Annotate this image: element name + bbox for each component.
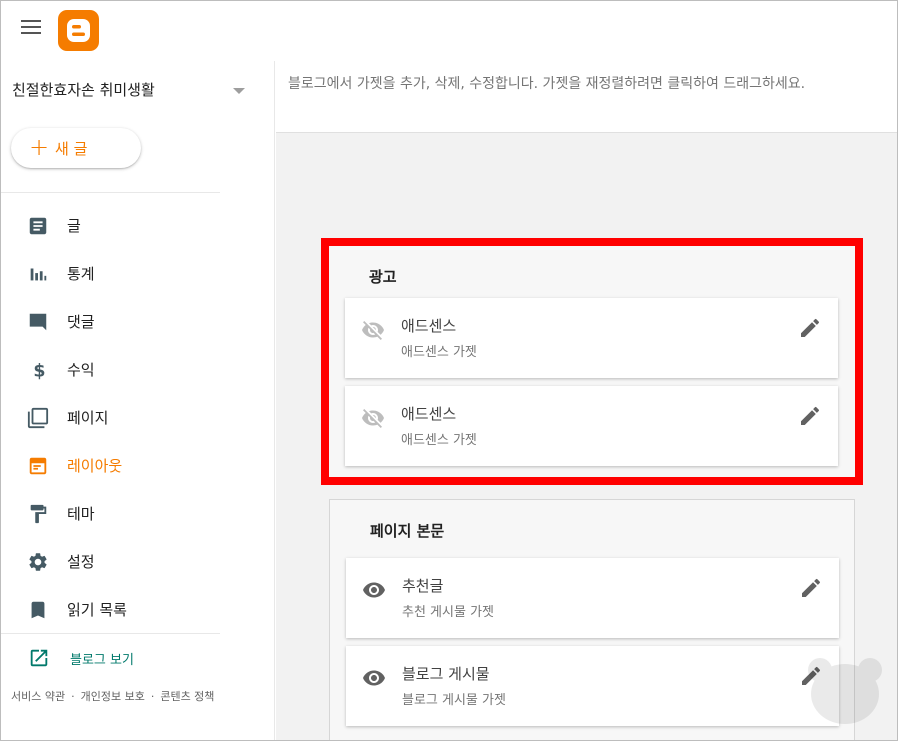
theme-icon bbox=[30, 504, 47, 524]
gadget-card[interactable]: 애드센스 애드센스 가젯 bbox=[345, 298, 838, 378]
sidebar-item-settings[interactable]: 설정 bbox=[1, 541, 261, 581]
section-title: 광고 bbox=[369, 268, 397, 286]
privacy-link[interactable]: 개인정보 보호 bbox=[81, 690, 145, 703]
sidebar-item-label: 통계 bbox=[67, 265, 95, 283]
sidebar-item-label: 댓글 bbox=[67, 313, 95, 331]
posts-icon bbox=[29, 217, 47, 235]
stats-icon bbox=[30, 268, 47, 281]
app-window: 친절한효자손 취미생활 + 새 글 글 통계 댓글 $ 수익 페이지 레이아웃 … bbox=[0, 0, 898, 741]
sidebar: 친절한효자손 취미생활 + 새 글 글 통계 댓글 $ 수익 페이지 레이아웃 … bbox=[1, 61, 275, 740]
view-blog-link[interactable]: 블로그 보기 bbox=[28, 647, 228, 671]
section-ads: 광고 애드센스 애드센스 가젯 애드센스 애드센스 가젯 bbox=[321, 238, 863, 485]
visibility-icon[interactable] bbox=[362, 666, 386, 690]
svg-text:$: $ bbox=[33, 361, 45, 381]
comments-icon bbox=[29, 313, 47, 331]
blogger-logo[interactable] bbox=[58, 10, 99, 51]
gadget-name: 추천글 bbox=[402, 577, 444, 595]
gadget-name: 애드센스 bbox=[401, 317, 457, 335]
layout-editor: 블로그에서 가젯을 추가, 삭제, 수정합니다. 가젯을 재정렬하려면 클릭하여… bbox=[276, 61, 897, 740]
view-blog-label: 블로그 보기 bbox=[70, 653, 134, 668]
sidebar-item-reading-list[interactable]: 읽기 목록 bbox=[1, 589, 261, 629]
sidebar-item-layout[interactable]: 레이아웃 bbox=[1, 445, 261, 485]
bear-watermark-icon bbox=[808, 658, 882, 724]
gadget-card[interactable]: 애드센스 애드센스 가젯 bbox=[345, 386, 838, 466]
visibility-off-icon[interactable] bbox=[361, 406, 385, 430]
new-post-label: 새 글 bbox=[55, 140, 88, 158]
footer-links: 서비스 약관 · 개인정보 보호 · 콘텐츠 정책 bbox=[11, 690, 215, 703]
visibility-icon[interactable] bbox=[362, 578, 386, 602]
sidebar-item-label: 페이지 bbox=[67, 409, 109, 427]
sidebar-item-label: 테마 bbox=[67, 505, 95, 523]
gadget-card[interactable]: 추천글 추천 게시물 가젯 bbox=[346, 558, 839, 638]
sidebar-item-label: 레이아웃 bbox=[67, 457, 123, 475]
pages-icon bbox=[27, 407, 49, 429]
open-in-new-icon bbox=[30, 649, 48, 667]
layout-description: 블로그에서 가젯을 추가, 삭제, 수정합니다. 가젯을 재정렬하려면 클릭하여… bbox=[288, 76, 806, 92]
sidebar-item-posts[interactable]: 글 bbox=[1, 205, 261, 245]
gadget-name: 블로그 게시물 bbox=[402, 665, 490, 683]
menu-icon[interactable] bbox=[21, 20, 41, 36]
earnings-icon: $ bbox=[33, 361, 45, 381]
blog-name: 친절한효자손 취미생활 bbox=[12, 81, 155, 99]
sidebar-item-pages[interactable]: 페이지 bbox=[1, 397, 261, 437]
settings-icon bbox=[29, 553, 47, 571]
layout-icon bbox=[29, 457, 47, 475]
sidebar-item-label: 설정 bbox=[67, 553, 95, 571]
sidebar-item-comments[interactable]: 댓글 bbox=[1, 301, 261, 341]
section-page-body: 페이지 본문 추천글 추천 게시물 가젯 블로그 게시물 블로그 게시물 가젯 bbox=[329, 499, 855, 740]
gadget-card[interactable]: 블로그 게시물 블로그 게시물 가젯 bbox=[346, 646, 839, 726]
sidebar-divider bbox=[1, 633, 220, 634]
reading-list-icon bbox=[31, 601, 45, 619]
gadget-name: 애드센스 bbox=[401, 405, 457, 423]
gadget-subtitle: 블로그 게시물 가젯 bbox=[402, 693, 506, 708]
caret-down-icon bbox=[233, 88, 245, 94]
gadget-subtitle: 애드센스 가젯 bbox=[401, 433, 477, 448]
description-bar: 블로그에서 가젯을 추가, 삭제, 수정합니다. 가젯을 재정렬하려면 클릭하여… bbox=[276, 61, 897, 133]
edit-pencil-icon[interactable] bbox=[799, 576, 823, 600]
top-bar bbox=[1, 1, 897, 61]
blog-selector[interactable]: 친절한효자손 취미생활 bbox=[12, 79, 262, 105]
gadget-subtitle: 추천 게시물 가젯 bbox=[402, 605, 494, 620]
sidebar-item-label: 읽기 목록 bbox=[67, 601, 127, 619]
gadget-subtitle: 애드센스 가젯 bbox=[401, 345, 477, 360]
sidebar-item-earnings[interactable]: $ 수익 bbox=[1, 349, 261, 389]
plus-icon: + bbox=[29, 133, 50, 161]
sidebar-item-label: 글 bbox=[67, 217, 81, 235]
content-policy-link[interactable]: 콘텐츠 정책 bbox=[160, 690, 214, 703]
edit-pencil-icon[interactable] bbox=[798, 316, 822, 340]
section-title: 페이지 본문 bbox=[370, 522, 445, 540]
edit-pencil-icon[interactable] bbox=[798, 404, 822, 428]
sidebar-divider bbox=[1, 192, 220, 193]
terms-link[interactable]: 서비스 약관 bbox=[11, 690, 65, 703]
sidebar-item-theme[interactable]: 테마 bbox=[1, 493, 261, 533]
visibility-off-icon[interactable] bbox=[361, 318, 385, 342]
new-post-button[interactable]: + 새 글 bbox=[11, 128, 141, 168]
sidebar-item-label: 수익 bbox=[67, 361, 95, 379]
sidebar-item-stats[interactable]: 통계 bbox=[1, 253, 261, 293]
